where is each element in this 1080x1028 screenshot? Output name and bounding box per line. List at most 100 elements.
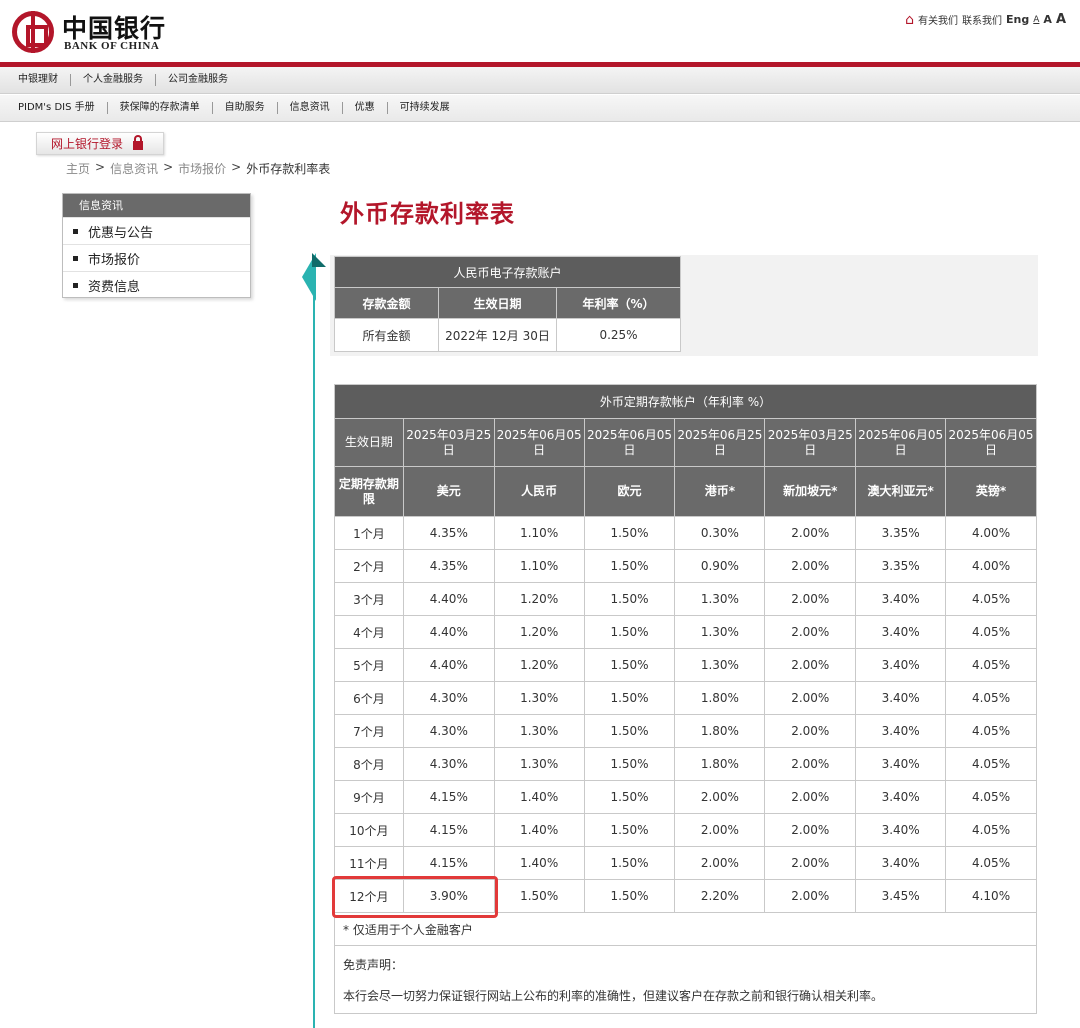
rate-cell: 3.35%	[855, 516, 947, 550]
table-row: 1个月 4.35% 1.10% 1.50% 0.30% 2.00% 3.35% 4.00%	[334, 516, 1037, 550]
nav-pidm[interactable]: PIDM's DIS 手册	[18, 102, 108, 114]
rate-cell: 1.80%	[674, 747, 766, 781]
rate-cell: 1.50%	[493, 879, 585, 913]
term-cell: 4个月	[334, 615, 404, 649]
rate-cell: 3.35%	[855, 549, 947, 583]
rate-cell: 1.30%	[493, 747, 585, 781]
rate-cell: 2.00%	[764, 879, 857, 913]
sidebar-title: 信息资讯	[63, 194, 250, 217]
date-header: 2025年03月25日	[402, 418, 495, 467]
sidebar-item-fees[interactable]: 资费信息	[63, 271, 250, 298]
rate-cell: 4.05%	[945, 813, 1037, 847]
rate-cell: 3.45%	[855, 879, 947, 913]
rate-cell: 2.00%	[674, 780, 766, 814]
rate-cell: 1.30%	[674, 582, 766, 616]
table-row: 10个月 4.15% 1.40% 1.50% 2.00% 2.00% 3.40% 4.05%	[334, 813, 1037, 847]
bullet-icon	[73, 255, 78, 261]
rate-cell: 3.40%	[855, 615, 947, 649]
rate-cell: 1.30%	[674, 648, 766, 682]
rate-cell: 1.50%	[583, 516, 676, 550]
disclaimer-title: 免责声明：	[343, 958, 404, 972]
date-header: 2025年06月05日	[855, 418, 947, 467]
nav-info[interactable]: 信息资讯	[278, 102, 343, 114]
term-label: 定期存款期限	[334, 466, 404, 517]
table-cell: 所有金额	[334, 318, 439, 352]
fx-rate-table: 外币定期存款帐户（年利率 %） 生效日期 2025年03月25日 2025年06月…	[334, 384, 1037, 1014]
rate-cell: 1.50%	[583, 780, 676, 814]
term-cell: 2个月	[334, 549, 404, 583]
term-cell: 10个月	[334, 813, 404, 847]
rate-cell: 1.40%	[493, 780, 585, 814]
table-cell: 0.25%	[556, 318, 681, 352]
breadcrumb-sep: >	[231, 160, 242, 174]
currency-header: 英镑*	[945, 466, 1037, 517]
rate-cell: 3.40%	[855, 780, 947, 814]
rate-cell: 1.80%	[674, 681, 766, 715]
currency-header: 新加坡元*	[764, 466, 857, 517]
font-size-medium[interactable]: A	[1043, 13, 1052, 26]
rate-cell: 4.05%	[945, 648, 1037, 682]
primary-nav: 中银理财 个人金融服务 公司金融服务	[0, 67, 1080, 94]
table-row: 4个月 4.40% 1.20% 1.50% 1.30% 2.00% 3.40% 4.05%	[334, 615, 1037, 649]
rate-cell: 3.40%	[855, 813, 947, 847]
rate-cell: 2.00%	[764, 780, 857, 814]
term-cell: 7个月	[334, 714, 404, 748]
font-size-small[interactable]: A	[1033, 15, 1039, 25]
about-us-link[interactable]: 有关我们	[918, 12, 958, 27]
breadcrumb-info[interactable]: 信息资讯	[110, 160, 158, 177]
rate-cell: 1.50%	[583, 582, 676, 616]
breadcrumb-home[interactable]: 主页	[66, 160, 90, 177]
rate-cell: 2.00%	[764, 582, 857, 616]
rmb-table-title: 人民币电子存款账户	[334, 256, 681, 288]
rate-cell: 2.00%	[764, 516, 857, 550]
currency-header: 欧元	[583, 466, 676, 517]
rate-cell: 1.50%	[583, 681, 676, 715]
rate-cell: 1.50%	[583, 813, 676, 847]
bank-logo[interactable]: 中国银行 BANK OF CHINA	[12, 9, 172, 55]
sidebar-item-market[interactable]: 市场报价	[63, 244, 250, 271]
breadcrumb-market[interactable]: 市场报价	[178, 160, 226, 177]
sidebar-item-label: 市场报价	[88, 252, 141, 268]
rate-cell: 3.40%	[855, 648, 947, 682]
rate-cell: 4.05%	[945, 747, 1037, 781]
term-cell: 1个月	[334, 516, 404, 550]
rate-cell: 2.00%	[764, 714, 857, 748]
rate-cell: 2.00%	[674, 813, 766, 847]
contact-us-link[interactable]: 联系我们	[962, 12, 1002, 27]
rate-cell: 4.35%	[402, 549, 495, 583]
rate-cell: 4.35%	[402, 516, 495, 550]
nav-offers[interactable]: 优惠	[343, 102, 388, 114]
rate-cell: 2.00%	[764, 681, 857, 715]
sidebar-item-offers[interactable]: 优惠与公告	[63, 217, 250, 244]
nav-protected-list[interactable]: 获保障的存款清单	[108, 102, 213, 114]
term-cell: 9个月	[334, 780, 404, 814]
rate-cell: 1.50%	[583, 648, 676, 682]
term-cell: 6个月	[334, 681, 404, 715]
breadcrumb: 主页 > 信息资讯 > 市场报价 > 外币存款利率表	[66, 160, 330, 177]
timeline-line	[313, 262, 315, 1028]
secondary-nav: PIDM's DIS 手册 获保障的存款清单 自助服务 信息资讯 优惠 可持续发…	[0, 95, 1080, 122]
home-icon[interactable]: ⌂	[905, 13, 914, 27]
rate-cell: 4.15%	[402, 846, 495, 880]
disclaimer-text: 本行会尽一切努力保证银行网站上公布的利率的准确性，但建议客户在存款之前和银行确认…	[343, 989, 884, 1003]
nav-personal[interactable]: 个人金融服务	[71, 74, 156, 86]
nav-wealth[interactable]: 中银理财	[18, 74, 71, 86]
table-row: 7个月 4.30% 1.30% 1.50% 1.80% 2.00% 3.40% 4.05%	[334, 714, 1037, 748]
font-size-large[interactable]: A	[1056, 12, 1066, 27]
rate-cell: 1.30%	[493, 714, 585, 748]
breadcrumb-sep: >	[95, 160, 106, 174]
online-banking-login-button[interactable]: 网上银行登录	[36, 132, 164, 155]
rate-cell: 1.20%	[493, 582, 585, 616]
date-header: 2025年06月25日	[674, 418, 766, 467]
login-label: 网上银行登录	[51, 137, 124, 151]
date-label: 生效日期	[334, 418, 404, 467]
rate-cell: 4.10%	[945, 879, 1037, 913]
rate-cell: 1.80%	[674, 714, 766, 748]
rate-cell: 4.40%	[402, 648, 495, 682]
nav-self-service[interactable]: 自助服务	[213, 102, 278, 114]
rate-cell: 2.00%	[764, 615, 857, 649]
nav-corporate[interactable]: 公司金融服务	[156, 74, 240, 86]
nav-sustainability[interactable]: 可持续发展	[388, 102, 462, 114]
rate-cell: 3.40%	[855, 681, 947, 715]
english-link[interactable]: Eng	[1006, 13, 1029, 26]
